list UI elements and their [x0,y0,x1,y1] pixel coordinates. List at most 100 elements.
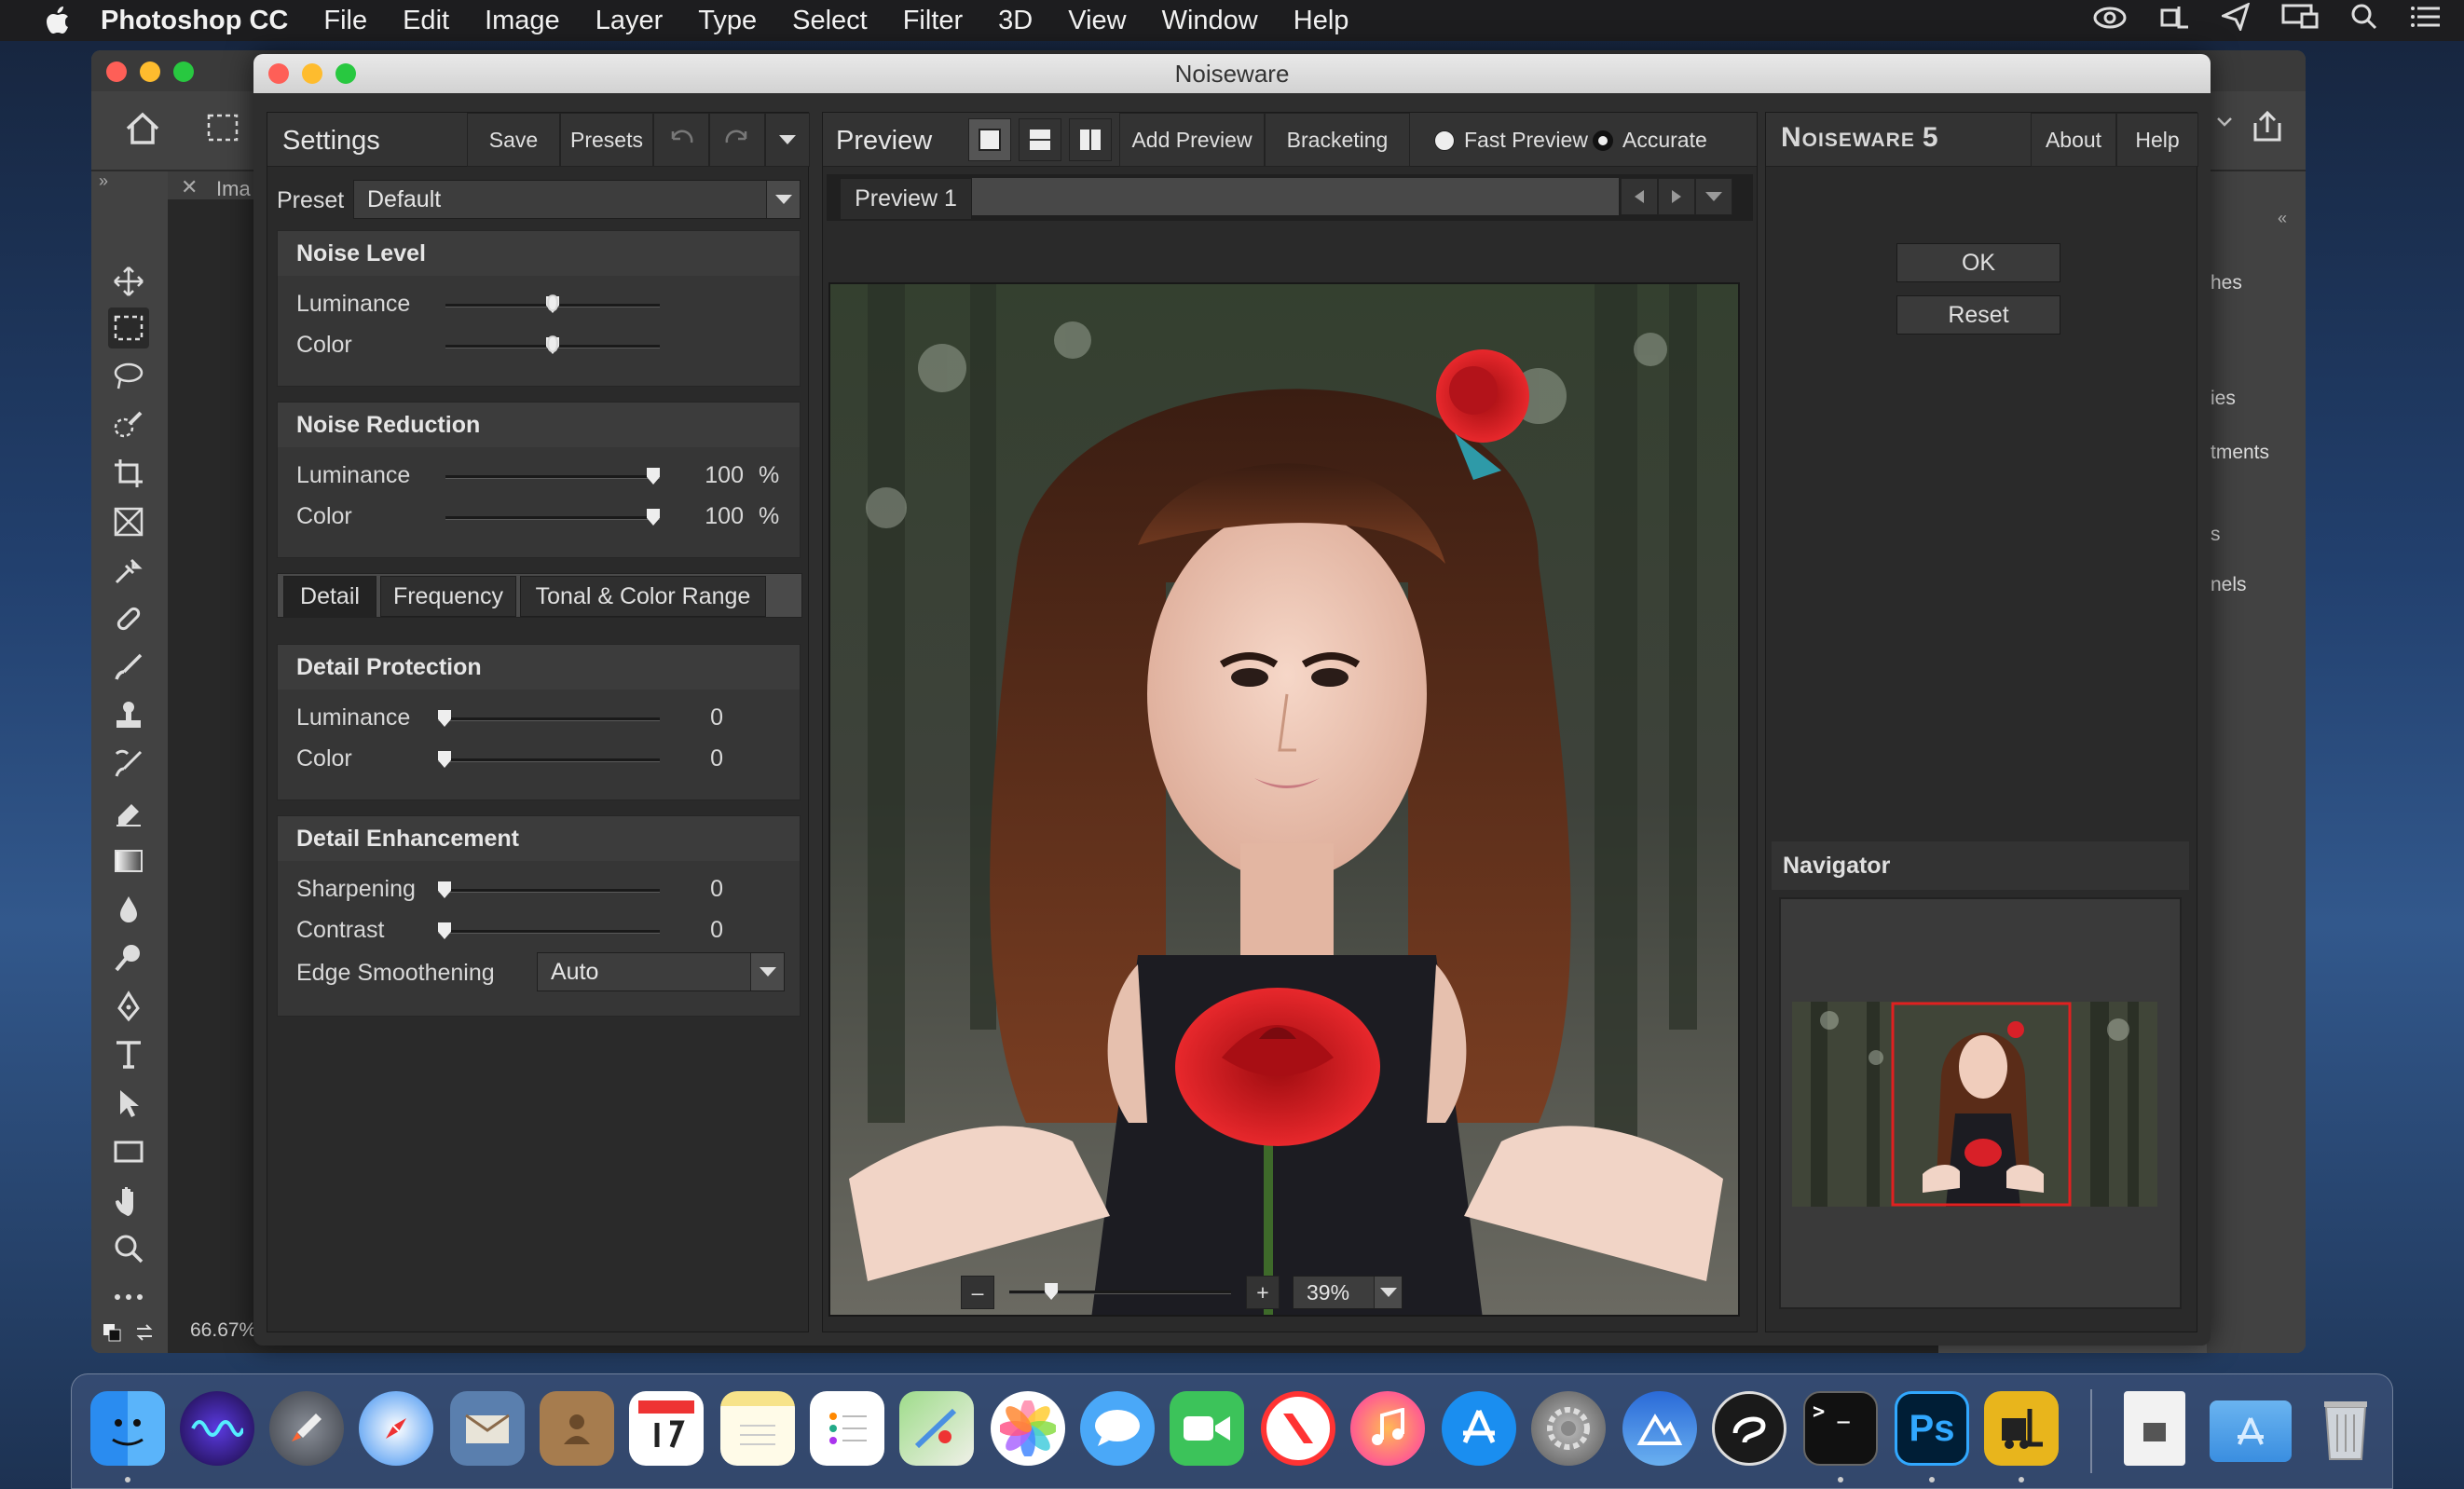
share-icon[interactable] [2252,110,2283,148]
safari-icon[interactable] [359,1391,433,1466]
move-tool-icon[interactable] [108,261,149,302]
eraser-tool-icon[interactable] [108,792,149,833]
undo-icon[interactable] [653,113,709,167]
save-button[interactable]: Save [467,113,560,167]
display-mirroring-icon[interactable] [2281,3,2319,38]
system-preferences-icon[interactable] [1531,1391,1606,1466]
type-tool-icon[interactable] [108,1034,149,1075]
split-horizontal-icon[interactable] [1019,118,1061,161]
preview-menu-arrow-icon[interactable] [1695,178,1732,215]
zoom-tool-icon[interactable] [108,1228,149,1269]
document-tab-label[interactable]: Ima [216,177,251,201]
reset-button[interactable]: Reset [1896,295,2060,335]
menu-select[interactable]: Select [792,6,868,36]
about-button[interactable]: About [2031,113,2116,167]
zoom-in-button[interactable]: + [1246,1276,1280,1309]
marquee-option-icon[interactable] [207,114,239,146]
photoshop-icon[interactable]: Ps [1895,1391,1969,1466]
fast-preview-option[interactable]: Fast Preview [1434,128,1588,153]
next-preview-icon[interactable] [1658,178,1695,215]
reminders-icon[interactable] [810,1391,884,1466]
facetime-icon[interactable] [1170,1391,1244,1466]
home-icon[interactable] [125,112,160,150]
panel-layers-label[interactable]: s [2211,524,2221,546]
app-store-icon[interactable] [1442,1391,1516,1466]
rectangle-tool-icon[interactable] [108,1131,149,1172]
accurate-radio[interactable] [1593,130,1613,151]
terminal-icon[interactable]: > _ [1803,1391,1878,1466]
panel-channels-label[interactable]: nels [2211,574,2247,596]
photos-icon[interactable] [991,1391,1065,1466]
dialog-minimize-button[interactable] [302,63,322,84]
single-view-icon[interactable] [968,118,1011,161]
quick-selection-tool-icon[interactable] [108,404,149,445]
bracketing-button[interactable]: Bracketing [1265,113,1410,167]
menu-filter[interactable]: Filter [903,6,963,36]
eyedropper-tool-icon[interactable] [108,550,149,591]
zoom-window-button[interactable] [173,61,194,82]
navigator-view[interactable] [1779,897,2182,1309]
spotlight-search-icon[interactable] [2350,3,2378,38]
add-preview-button[interactable]: Add Preview [1119,113,1265,167]
forklift-icon[interactable] [1984,1391,2059,1466]
panel-swatches-label[interactable]: hes [2211,272,2242,294]
settings-menu-arrow-icon[interactable] [765,113,810,167]
close-tab-icon[interactable]: ✕ [181,175,198,199]
sharpening-slider[interactable] [438,881,660,898]
zoom-slider[interactable] [1009,1283,1231,1300]
collapse-toolbar-icon[interactable]: » [99,171,108,191]
slider-thumb[interactable] [438,710,451,727]
hand-tool-icon[interactable] [108,1180,149,1221]
contrast-slider[interactable] [438,922,660,939]
swap-colors-icon[interactable] [134,1323,155,1346]
path-selection-tool-icon[interactable] [108,1083,149,1124]
menu-image[interactable]: Image [485,6,560,36]
menu-type[interactable]: Type [698,6,757,36]
fast-preview-radio[interactable] [1434,130,1455,151]
slider-thumb[interactable] [647,468,660,485]
accurate-option[interactable]: Accurate [1593,128,1707,153]
more-tools-icon[interactable] [108,1277,149,1318]
zoom-out-button[interactable]: – [961,1276,994,1309]
creative-cloud-icon[interactable] [2093,5,2127,36]
dialog-close-button[interactable] [268,63,289,84]
app-menu[interactable]: Photoshop CC [101,6,288,36]
menu-help[interactable]: Help [1294,6,1349,36]
gradient-tool-icon[interactable] [108,840,149,881]
navigator-thumbnail[interactable] [1792,1002,2157,1207]
pen-tool-icon[interactable] [108,986,149,1027]
tab-tonal-color-range[interactable]: Tonal & Color Range [520,576,766,617]
crop-tool-icon[interactable] [108,453,149,494]
news-icon[interactable] [1261,1391,1335,1466]
default-colors-icon[interactable] [103,1323,121,1346]
detail-protection-luminance-slider[interactable] [438,710,660,727]
lasso-tool-icon[interactable] [108,356,149,397]
previous-preview-icon[interactable] [1621,178,1658,215]
menu-edit[interactable]: Edit [403,6,449,36]
tab-detail[interactable]: Detail [283,576,376,617]
paper-plane-icon[interactable] [2219,2,2251,38]
applications-folder-icon[interactable] [2210,1400,2292,1462]
finder-icon[interactable] [90,1391,165,1466]
split-vertical-icon[interactable] [1069,118,1112,161]
panel-adjustments-label[interactable]: tments [2211,442,2269,464]
forklift-status-icon[interactable] [2158,3,2190,38]
tab-preview-1[interactable]: Preview 1 [840,178,972,219]
maps-icon[interactable] [899,1391,974,1466]
help-button[interactable]: Help [2116,113,2198,167]
menu-layer[interactable]: Layer [595,6,664,36]
notification-center-icon[interactable] [2410,5,2442,36]
dodge-tool-icon[interactable] [108,937,149,978]
nocturne-icon[interactable] [1712,1391,1786,1466]
detail-protection-color-slider[interactable] [438,751,660,768]
clone-stamp-tool-icon[interactable] [108,695,149,736]
tab-frequency[interactable]: Frequency [380,576,516,617]
launchpad-icon[interactable] [269,1391,344,1466]
collapse-panels-icon[interactable]: « [2278,209,2287,228]
menu-file[interactable]: File [323,6,367,36]
preset-dropdown[interactable]: Default [353,180,801,219]
panel-libraries-label[interactable]: ies [2211,388,2236,410]
calendar-icon[interactable] [629,1391,704,1466]
history-brush-tool-icon[interactable] [108,744,149,785]
blur-tool-icon[interactable] [108,889,149,930]
